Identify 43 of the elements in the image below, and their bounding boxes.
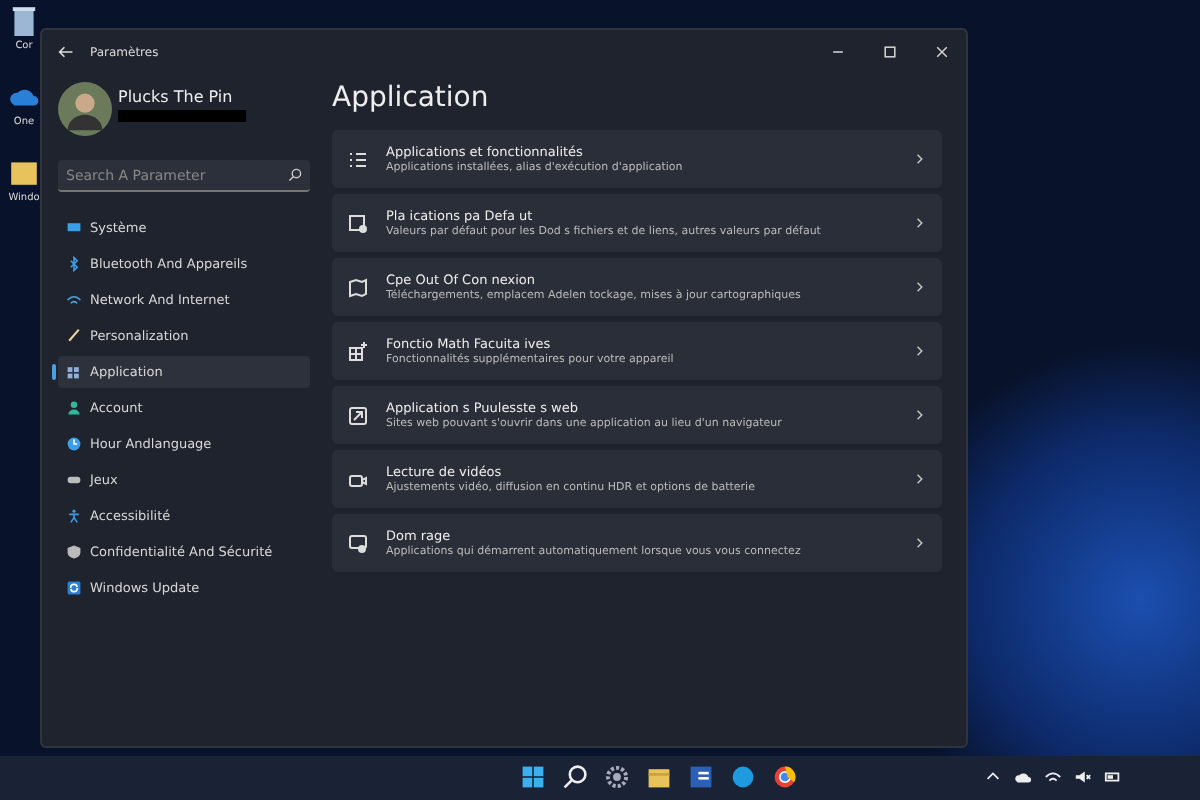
battery-icon[interactable] xyxy=(1104,768,1122,786)
monitor-icon xyxy=(66,220,82,236)
maximize-icon[interactable] xyxy=(882,44,898,60)
shield-icon xyxy=(66,544,82,560)
chevron-right-icon xyxy=(912,344,926,358)
chevron-right-icon xyxy=(912,536,926,550)
bluetooth-icon xyxy=(66,256,82,272)
wifi-icon xyxy=(66,292,82,308)
apps-icon xyxy=(66,364,82,380)
startup-window-icon xyxy=(348,533,368,553)
map-icon xyxy=(348,277,368,297)
chevron-right-icon xyxy=(912,216,926,230)
video-camera-icon xyxy=(348,469,368,489)
avatar-icon xyxy=(58,82,112,136)
window-arrow-icon xyxy=(348,405,368,425)
chevron-right-icon xyxy=(912,152,926,166)
recycle-bin-icon xyxy=(8,4,40,36)
user-name: Plucks The Pin xyxy=(118,88,235,106)
cloud-icon[interactable] xyxy=(1014,768,1032,786)
browser-circle-icon[interactable] xyxy=(772,764,798,790)
search-icon xyxy=(288,168,302,182)
back-arrow-icon[interactable] xyxy=(58,44,74,60)
search-icon[interactable] xyxy=(562,764,588,790)
update-icon xyxy=(66,580,82,596)
accessibility-icon xyxy=(66,508,82,524)
speaker-muted-icon[interactable] xyxy=(1074,768,1092,786)
gear-icon[interactable] xyxy=(604,764,630,790)
brush-icon xyxy=(66,328,82,344)
chevron-right-icon xyxy=(912,280,926,294)
chevron-right-icon xyxy=(912,472,926,486)
redaction-bar xyxy=(118,110,246,122)
windows-logo-icon[interactable] xyxy=(520,764,546,790)
folder-icon[interactable] xyxy=(646,764,672,790)
person-icon xyxy=(66,400,82,416)
chevron-right-icon xyxy=(912,408,926,422)
grid-plus-icon xyxy=(348,341,368,361)
globe-clock-icon xyxy=(66,436,82,452)
wifi-icon[interactable] xyxy=(1044,768,1062,786)
list-icon xyxy=(348,149,368,169)
gamepad-icon xyxy=(66,472,82,488)
page-heading: Application xyxy=(332,82,491,114)
close-icon[interactable] xyxy=(934,44,950,60)
folder-icon xyxy=(8,156,40,188)
